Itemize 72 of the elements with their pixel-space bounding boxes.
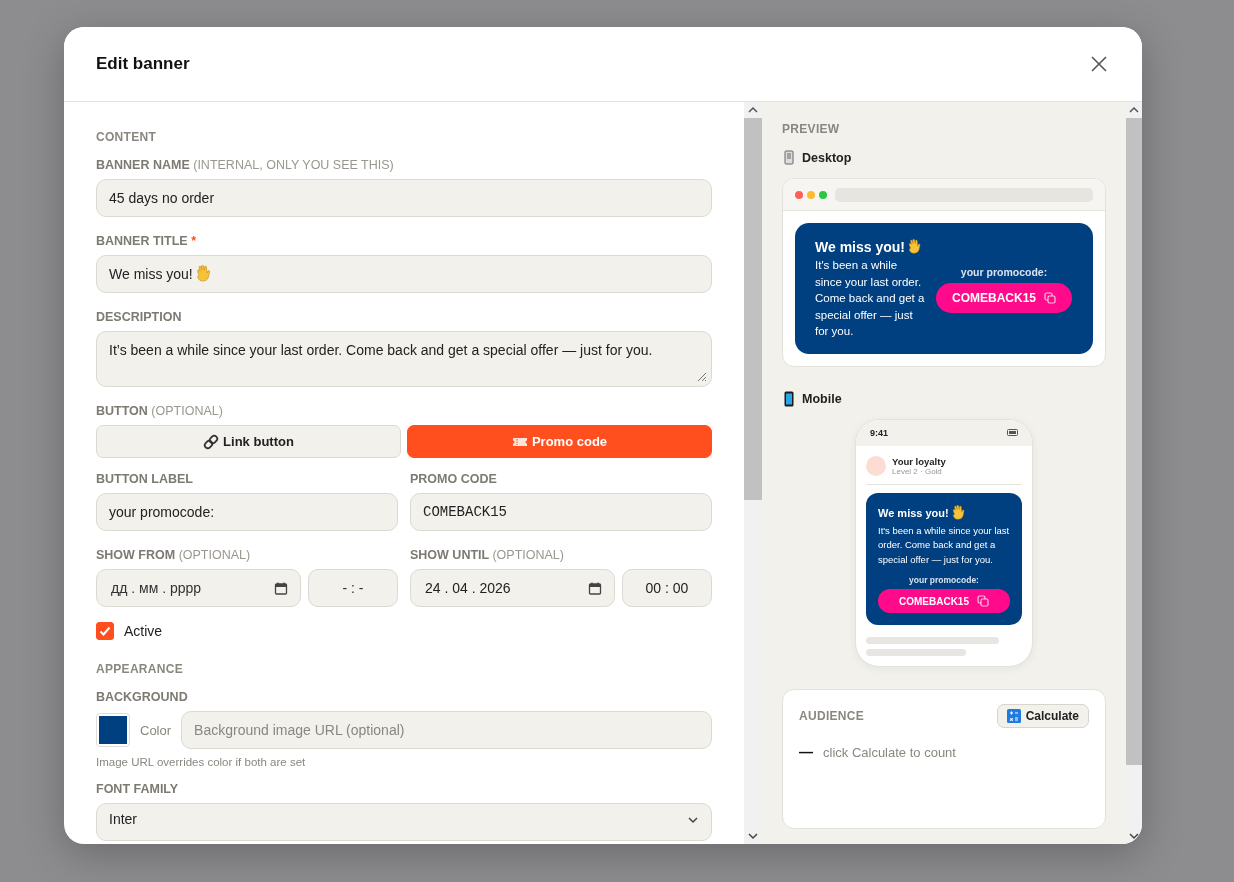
loyalty-level: Level 2 · Gold — [892, 466, 943, 476]
color-picker[interactable] — [96, 713, 130, 747]
help-text: Image URL overrides color if both are set — [96, 756, 307, 768]
field-label: BUTTON LABEL — [96, 472, 194, 486]
section-heading: APPEARANCE — [96, 662, 184, 676]
time-field[interactable]: 00 : 00 — [622, 569, 712, 607]
scroll-up-icon[interactable] — [747, 105, 759, 115]
color-label: Color — [140, 722, 172, 738]
scroll-up-icon[interactable] — [1128, 105, 1140, 115]
input-field[interactable]: We miss you! — [96, 255, 712, 293]
section-heading: AUDIENCE — [799, 709, 865, 723]
field-label: BANNER NAME (INTERNAL, ONLY YOU SEE THIS) — [96, 158, 395, 172]
input-field[interactable]: COMEBACK15 — [410, 493, 712, 531]
checkbox-label: Active — [124, 623, 163, 639]
status-time: 9:41 — [870, 427, 888, 438]
input-field[interactable]: 45 days no order — [96, 179, 712, 217]
promo-code-button[interactable]: COMEBACK15 — [936, 282, 1072, 313]
select-field[interactable]: Inter — [96, 803, 712, 841]
checkbox[interactable] — [96, 622, 114, 640]
field-label: FONT FAMILY — [96, 782, 180, 796]
desktop-icon — [782, 150, 796, 166]
modal-title: Edit banner — [96, 54, 190, 74]
input-field[interactable]: your promocode: — [96, 493, 398, 531]
banner-description: It's been a while since your last order. Come back and get a special offer — just for you. — [878, 523, 1010, 567]
waving-hand-icon — [194, 265, 213, 283]
chevron-down-icon — [687, 815, 699, 825]
window-dot — [807, 190, 815, 199]
promo-code-button[interactable]: COMEBACK15 — [878, 589, 1010, 613]
calendar-icon[interactable] — [274, 581, 288, 595]
scroll-down-icon[interactable] — [1128, 831, 1140, 841]
banner-title: We miss you! — [878, 506, 949, 519]
date-field[interactable]: дд . мм . рррр — [96, 569, 301, 607]
calculate-button[interactable]: Calculate — [996, 704, 1089, 728]
copy-icon — [977, 595, 989, 607]
device-label: Mobile — [802, 391, 842, 406]
date-field[interactable]: 24 . 04 . 2026 — [410, 569, 615, 607]
scrollbar[interactable] — [744, 102, 762, 844]
field-label: BUTTON (OPTIONAL) — [96, 404, 224, 418]
scroll-down-icon[interactable] — [747, 831, 759, 841]
field-label: BACKGROUND — [96, 690, 189, 704]
window-dot — [819, 190, 827, 199]
button-type-option[interactable]: Link button — [96, 425, 401, 458]
scrollbar-thumb[interactable] — [744, 118, 762, 500]
waving-hand-icon — [907, 239, 923, 255]
banner-title: We miss you! — [815, 239, 905, 255]
promo-label: your promocode: — [909, 575, 979, 585]
field-label: SHOW UNTIL (OPTIONAL) — [410, 548, 565, 562]
field-label: SHOW FROM (OPTIONAL) — [96, 548, 252, 562]
audience-count: — — [799, 744, 813, 760]
close-icon — [1090, 55, 1108, 73]
window-dot — [795, 190, 803, 199]
audience-hint: click Calculate to count — [823, 744, 956, 760]
field-label: DESCRIPTION — [96, 310, 183, 324]
field-label: PROMO CODE — [410, 472, 498, 486]
copy-icon — [1044, 291, 1056, 304]
field-label: BANNER TITLE * — [96, 234, 198, 248]
link-icon — [203, 433, 220, 450]
section-heading: PREVIEW — [782, 122, 841, 136]
time-field[interactable]: - : - — [308, 569, 398, 607]
device-label: Desktop — [802, 151, 852, 165]
waving-hand-icon — [950, 504, 967, 521]
resize-handle-icon — [696, 371, 708, 383]
loyalty-title: Your loyalty — [892, 455, 946, 467]
text-area[interactable]: It’s been a while since your last order. Come back and get a special offer — just for you. — [96, 331, 712, 387]
calculator-icon — [1006, 709, 1021, 723]
calendar-icon[interactable] — [588, 581, 602, 595]
promo-label: your promocode: — [960, 265, 1048, 278]
mobile-phone-icon — [782, 390, 796, 407]
banner-description: It's been a while since your last order. Come back and get a special offer — just for you. — [815, 258, 925, 339]
battery-icon — [1007, 429, 1018, 436]
avatar — [866, 455, 886, 476]
section-heading: CONTENT — [96, 130, 158, 144]
